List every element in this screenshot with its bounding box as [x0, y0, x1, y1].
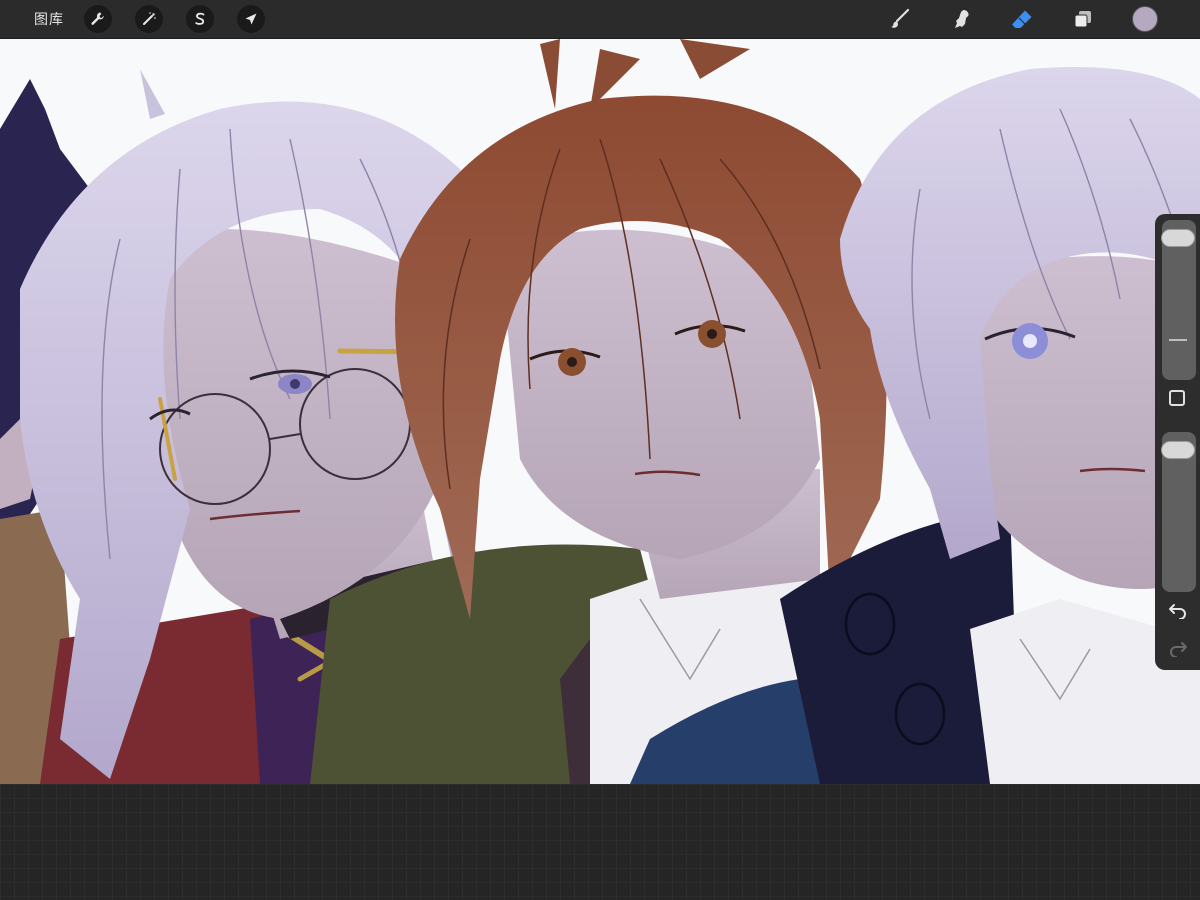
artwork-illustration	[0, 39, 1200, 784]
side-toolbar	[1155, 214, 1200, 670]
smudge-icon[interactable]	[947, 5, 975, 33]
modify-square-icon[interactable]	[1169, 390, 1185, 406]
layers-icon[interactable]	[1069, 5, 1097, 33]
brush-size-thumb[interactable]	[1161, 228, 1195, 247]
transform-arrow-icon[interactable]	[237, 5, 265, 33]
selection-s-icon[interactable]	[186, 5, 214, 33]
procreate-app: 图库	[0, 0, 1200, 900]
brush-icon[interactable]	[886, 5, 914, 33]
slider-divider	[1169, 339, 1187, 341]
workspace-background	[0, 784, 1200, 900]
eraser-icon[interactable]	[1008, 5, 1036, 33]
color-picker-swatch[interactable]	[1132, 6, 1158, 32]
top-toolbar: 图库	[0, 0, 1200, 39]
actions-wrench-icon[interactable]	[84, 5, 112, 33]
redo-icon[interactable]	[1166, 638, 1190, 658]
adjustments-wand-icon[interactable]	[135, 5, 163, 33]
undo-icon[interactable]	[1166, 600, 1190, 620]
drawing-canvas[interactable]	[0, 39, 1200, 784]
opacity-thumb[interactable]	[1161, 440, 1195, 459]
gallery-button[interactable]: 图库	[34, 10, 64, 28]
